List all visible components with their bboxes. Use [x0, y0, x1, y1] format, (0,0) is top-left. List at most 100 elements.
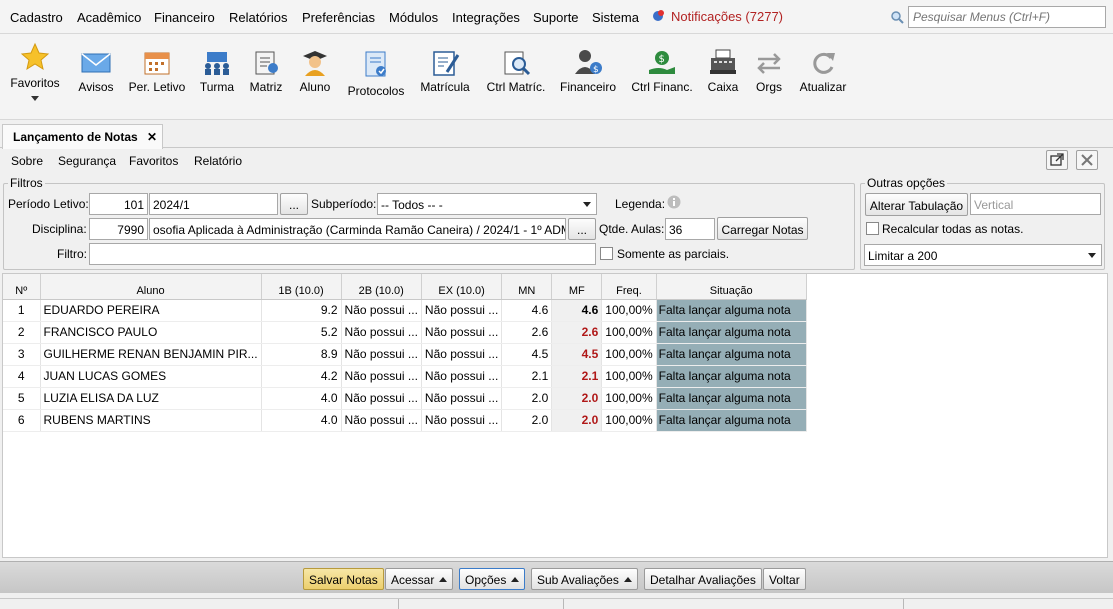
cell-2b[interactable]: Não possui ... — [341, 387, 422, 410]
search-input[interactable] — [908, 6, 1106, 28]
matricula-label: Matrícula — [420, 80, 470, 94]
close-window-button[interactable] — [1076, 150, 1098, 170]
voltar-button[interactable]: Voltar — [763, 568, 806, 590]
menu-academico[interactable]: Acadêmico — [77, 10, 141, 25]
cell-1b[interactable]: 5.2 — [261, 321, 342, 344]
cell-ex[interactable]: Não possui ... — [421, 321, 503, 344]
cell-1b[interactable]: 8.9 — [261, 343, 342, 366]
col-header-mf[interactable]: MF — [551, 274, 603, 300]
menu-integracoes[interactable]: Integrações — [452, 10, 520, 25]
cell-freq: 100,00% — [601, 321, 657, 344]
ctrl-matric-button[interactable]: Ctrl Matríc. — [484, 50, 548, 94]
cell-situacao: Falta lançar alguma nota — [656, 387, 807, 410]
cell-2b[interactable]: Não possui ... — [341, 409, 422, 432]
menu-sobre[interactable]: Sobre — [11, 154, 43, 168]
menu-cadastro[interactable]: Cadastro — [10, 10, 63, 25]
toolbar: Favoritos Avisos Per. Letivo Turma Matri… — [0, 34, 1113, 120]
matriz-button[interactable]: Matriz — [246, 50, 286, 94]
filtro-input[interactable] — [89, 243, 596, 265]
disciplina-lookup-button[interactable]: ... — [568, 218, 596, 240]
alterar-tabulacao-button[interactable]: Alterar Tabulação — [865, 193, 968, 216]
menu-seguranca[interactable]: Segurança — [58, 154, 116, 168]
menu-sistema[interactable]: Sistema — [592, 10, 639, 25]
table-row[interactable]: 3 GUILHERME RENAN BENJAMIN PIR... 8.9 Nã… — [3, 343, 807, 366]
menu-relatorios[interactable]: Relatórios — [229, 10, 288, 25]
subperiodo-select[interactable]: -- Todos -- - — [377, 193, 597, 215]
notifications-label: Notificações (7277) — [671, 9, 783, 24]
cell-1b[interactable]: 4.0 — [261, 409, 342, 432]
cell-2b[interactable]: Não possui ... — [341, 321, 422, 344]
cell-ex[interactable]: Não possui ... — [421, 387, 503, 410]
col-header-freq[interactable]: Freq. — [601, 274, 657, 300]
qtde-aulas-input[interactable]: 36 — [665, 218, 715, 240]
table-row[interactable]: 6 RUBENS MARTINS 4.0 Não possui ... Não … — [3, 409, 807, 432]
cell-ex[interactable]: Não possui ... — [421, 299, 503, 322]
salvar-notas-button[interactable]: Salvar Notas — [303, 568, 384, 590]
ctrl-financ-button[interactable]: $ Ctrl Financ. — [630, 50, 694, 94]
menu-financeiro[interactable]: Financeiro — [154, 10, 215, 25]
action-bar: Salvar Notas Acessar Opções Sub Avaliaçõ… — [0, 561, 1113, 593]
favoritos-button[interactable]: Favoritos — [8, 42, 62, 101]
protocolos-button[interactable]: Protocolos — [344, 50, 408, 98]
cell-2b[interactable]: Não possui ... — [341, 365, 422, 388]
close-icon[interactable]: ✕ — [147, 130, 157, 144]
disciplina-code-input[interactable]: 7990 — [89, 218, 148, 240]
ctrl-financ-label: Ctrl Financ. — [631, 80, 693, 94]
limitar-select[interactable]: Limitar a 200 — [864, 244, 1102, 266]
cash-register-icon — [710, 49, 736, 74]
student-icon — [303, 51, 327, 76]
periodo-lookup-button[interactable]: ... — [280, 193, 308, 215]
menu-relatorio[interactable]: Relatório — [194, 154, 242, 168]
orgs-label: Orgs — [755, 80, 782, 94]
col-header-situacao[interactable]: Situação — [656, 274, 807, 300]
per-letivo-button[interactable]: Per. Letivo — [126, 50, 188, 94]
table-row[interactable]: 2 FRANCISCO PAULO 5.2 Não possui ... Não… — [3, 321, 807, 344]
recalcular-checkbox[interactable] — [866, 222, 879, 235]
cell-mf: 2.0 — [551, 409, 603, 432]
detach-window-button[interactable] — [1046, 150, 1068, 170]
info-icon[interactable] — [667, 195, 681, 209]
cell-1b[interactable]: 4.0 — [261, 387, 342, 410]
col-header-num[interactable]: Nº — [3, 274, 41, 300]
atualizar-button[interactable]: Atualizar — [798, 50, 848, 94]
col-header-2b[interactable]: 2B (10.0) — [341, 274, 422, 300]
cell-1b[interactable]: 4.2 — [261, 365, 342, 388]
aluno-button[interactable]: Aluno — [296, 50, 334, 94]
disciplina-value-input[interactable]: osofia Aplicada à Administração (Carmind… — [149, 218, 566, 240]
opcoes-button[interactable]: Opções — [459, 568, 526, 590]
matricula-button[interactable]: Matrícula — [418, 50, 472, 94]
notifications-link[interactable]: Notificações (7277) — [652, 9, 783, 24]
tabulacao-direction-input[interactable]: Vertical — [970, 193, 1101, 215]
somente-parciais-checkbox[interactable] — [600, 247, 613, 260]
caixa-button[interactable]: Caixa — [704, 48, 742, 94]
table-row[interactable]: 1 EDUARDO PEREIRA 9.2 Não possui ... Não… — [3, 299, 807, 322]
col-header-mn[interactable]: MN — [501, 274, 553, 300]
menu-preferencias[interactable]: Preferências — [302, 10, 375, 25]
menu-favoritos[interactable]: Favoritos — [129, 154, 178, 168]
table-row[interactable]: 4 JUAN LUCAS GOMES 4.2 Não possui ... Nã… — [3, 365, 807, 388]
col-header-ex[interactable]: EX (10.0) — [421, 274, 503, 300]
sub-avaliacoes-button[interactable]: Sub Avaliações — [531, 568, 638, 590]
avisos-button[interactable]: Avisos — [74, 50, 118, 94]
menu-suporte[interactable]: Suporte — [533, 10, 579, 25]
menu-modulos[interactable]: Módulos — [389, 10, 438, 25]
carregar-notas-button[interactable]: Carregar Notas — [717, 217, 808, 240]
table-row[interactable]: 5 LUZIA ELISA DA LUZ 4.0 Não possui ... … — [3, 387, 807, 410]
cell-2b[interactable]: Não possui ... — [341, 343, 422, 366]
col-header-aluno[interactable]: Aluno — [40, 274, 262, 300]
cell-ex[interactable]: Não possui ... — [421, 365, 503, 388]
cell-mn: 2.0 — [501, 387, 553, 410]
cell-ex[interactable]: Não possui ... — [421, 409, 503, 432]
detalhar-avaliacoes-button[interactable]: Detalhar Avaliações — [644, 568, 762, 590]
col-header-1b[interactable]: 1B (10.0) — [261, 274, 342, 300]
periodo-code-input[interactable]: 101 — [89, 193, 148, 215]
tab-lancamento-notas[interactable]: Lançamento de Notas ✕ — [2, 124, 163, 149]
turma-button[interactable]: Turma — [196, 50, 238, 94]
acessar-button[interactable]: Acessar — [385, 568, 454, 590]
periodo-value-input[interactable]: 2024/1 — [149, 193, 278, 215]
orgs-button[interactable]: Orgs — [752, 50, 786, 94]
financeiro-button[interactable]: $ Financeiro — [558, 48, 618, 94]
cell-ex[interactable]: Não possui ... — [421, 343, 503, 366]
cell-1b[interactable]: 9.2 — [261, 299, 342, 322]
cell-2b[interactable]: Não possui ... — [341, 299, 422, 322]
